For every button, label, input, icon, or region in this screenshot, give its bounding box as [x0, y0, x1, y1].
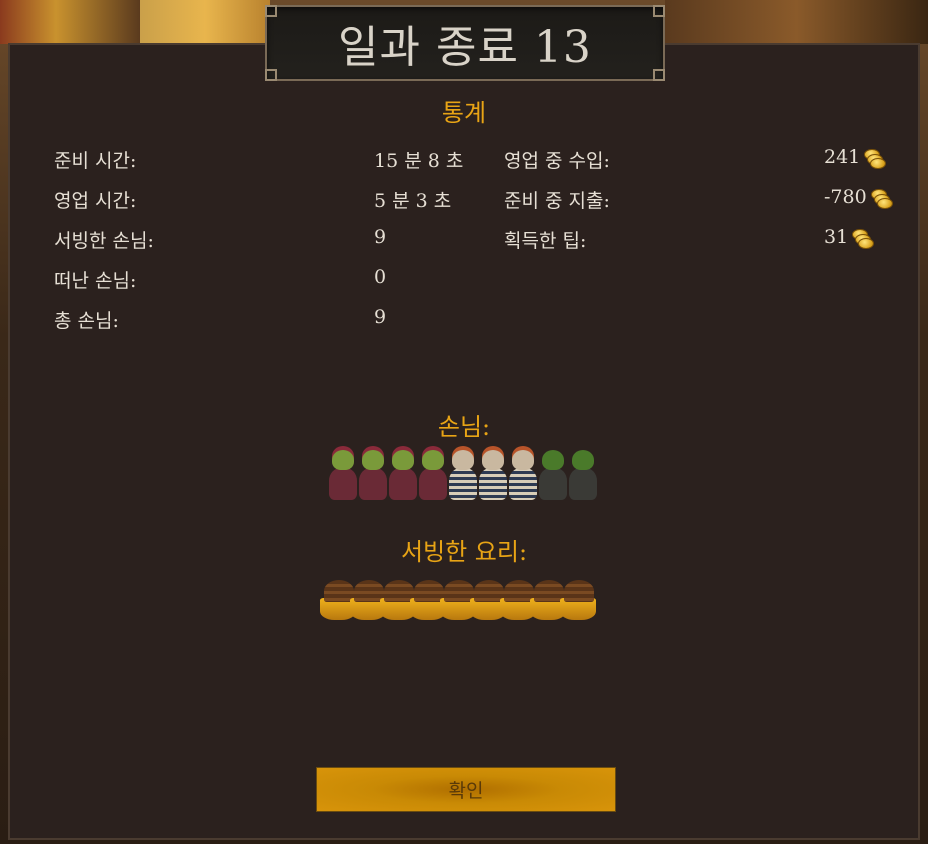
- stat-label-prep-time: 준비 시간:: [54, 150, 137, 172]
- goblin-red-customer-icon: [416, 446, 447, 504]
- cupcake-dish-icon: [500, 578, 536, 622]
- coin-icon: [869, 189, 893, 209]
- goblin-green-customer-icon: [536, 446, 567, 504]
- dishes-heading: 서빙한 요리:: [400, 538, 528, 566]
- served-dishes: [320, 578, 596, 622]
- coin-icon: [862, 149, 887, 169]
- cupcake-dish-icon: [380, 578, 416, 622]
- stat-value-served-customers: 9: [374, 226, 387, 248]
- title-plate: 일과 종료 13: [265, 5, 665, 81]
- stat-value-prep-time: 15 분 8 초: [374, 150, 464, 172]
- cupcake-dish-icon: [530, 578, 566, 622]
- stat-value-left-customers: 0: [374, 266, 387, 288]
- tips-amount: 31: [824, 226, 849, 248]
- customers-heading: 손님:: [437, 413, 491, 441]
- skeleton-customer-icon: [506, 446, 537, 504]
- stat-label-tips: 획득한 팁:: [504, 230, 587, 252]
- cupcake-dish-icon: [440, 578, 476, 622]
- stat-label-left-customers: 떠난 손님:: [54, 270, 137, 292]
- confirm-button[interactable]: 확인: [316, 767, 616, 812]
- skeleton-customer-icon: [446, 446, 477, 504]
- cupcake-dish-icon: [410, 578, 446, 622]
- stat-label-open-time: 영업 시간:: [54, 190, 137, 212]
- stat-value-tips: 31: [824, 226, 875, 249]
- goblin-red-customer-icon: [386, 446, 417, 504]
- confirm-button-label: 확인: [448, 780, 484, 802]
- stat-label-income: 영업 중 수입:: [504, 150, 610, 172]
- cupcake-dish-icon: [320, 578, 356, 622]
- background-scene-right: [665, 0, 928, 44]
- stat-value-open-time: 5 분 3 초: [374, 190, 452, 212]
- stat-value-expense: -780: [824, 186, 893, 209]
- cupcake-dish-icon: [350, 578, 386, 622]
- coin-icon: [850, 229, 875, 249]
- stat-value-total-customers: 9: [374, 306, 387, 328]
- stat-label-served-customers: 서빙한 손님:: [54, 230, 154, 252]
- goblin-red-customer-icon: [326, 446, 357, 504]
- page-title: 일과 종료 13: [338, 22, 592, 73]
- stat-label-total-customers: 총 손님:: [54, 310, 119, 332]
- stat-label-expense: 준비 중 지출:: [504, 190, 610, 212]
- cupcake-dish-icon: [470, 578, 506, 622]
- goblin-red-customer-icon: [356, 446, 387, 504]
- expense-amount: -780: [824, 186, 867, 208]
- cupcake-dish-icon: [560, 578, 596, 622]
- goblin-green-customer-icon: [566, 446, 597, 504]
- background-scene-left: [0, 0, 140, 44]
- background-scene-center: [140, 0, 270, 44]
- stats-heading: 통계: [441, 99, 487, 127]
- customer-portraits: [326, 446, 597, 504]
- skeleton-customer-icon: [476, 446, 507, 504]
- stat-value-income: 241: [824, 146, 887, 169]
- income-amount: 241: [824, 146, 861, 168]
